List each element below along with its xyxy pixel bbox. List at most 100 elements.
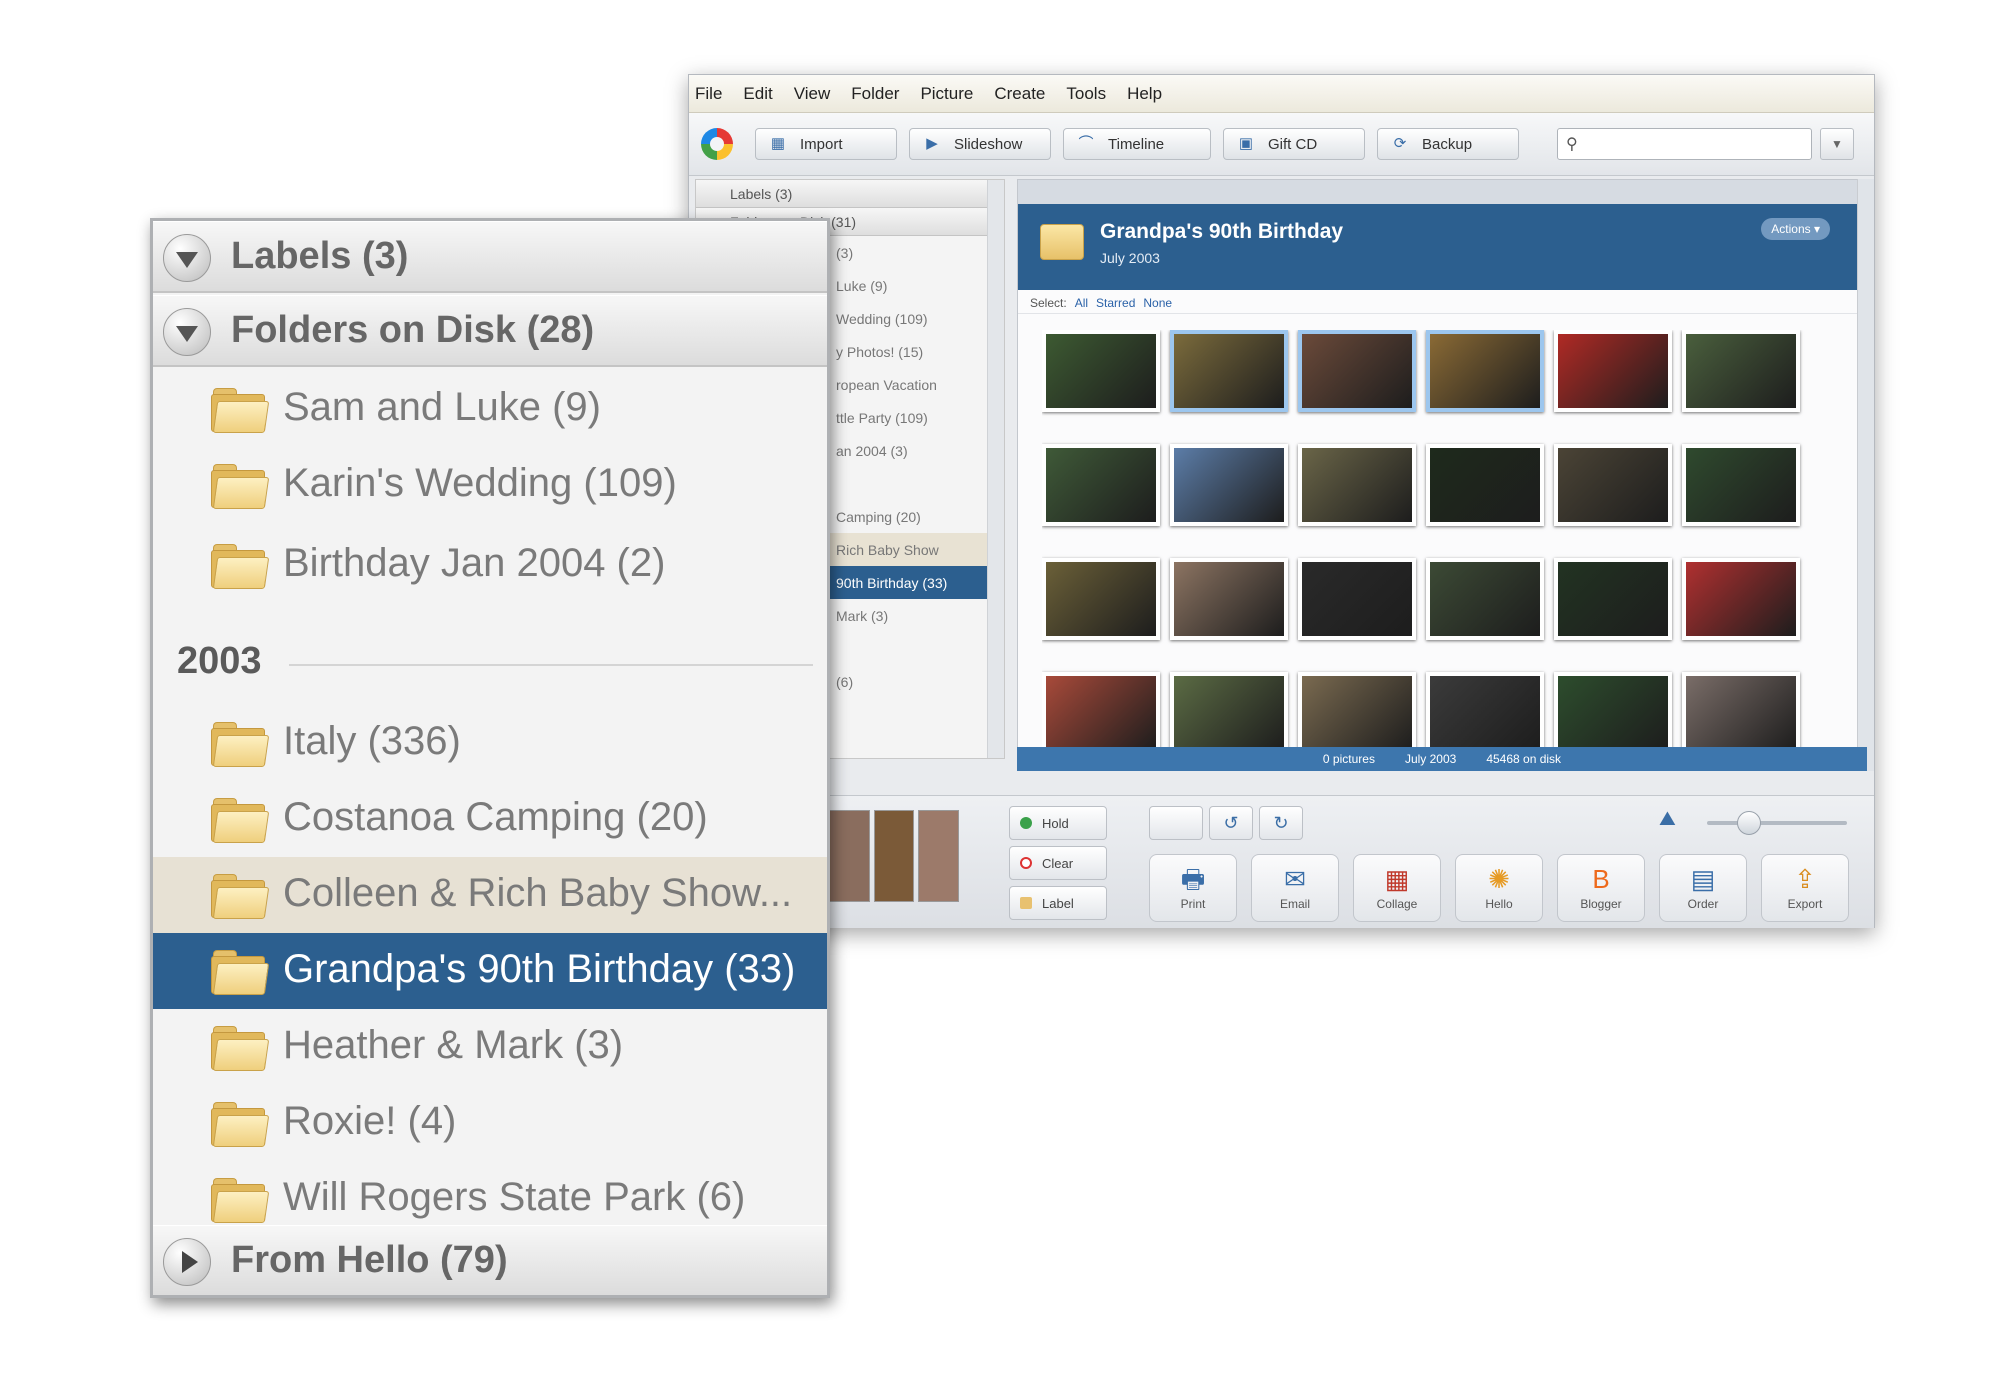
collage-button[interactable]: ▦ Collage bbox=[1353, 854, 1441, 922]
folder-item-selected[interactable]: Grandpa's 90th Birthday (33) bbox=[153, 933, 827, 1009]
photo-thumbnail[interactable] bbox=[1042, 672, 1160, 754]
photo-thumbnail[interactable] bbox=[1170, 444, 1288, 526]
menu-bar: File Edit View Folder Picture Create Too… bbox=[689, 75, 1874, 113]
rotate-right-button[interactable]: ↻ bbox=[1259, 806, 1303, 840]
gift-cd-icon: ▣ bbox=[1238, 135, 1254, 152]
menu-edit[interactable]: Edit bbox=[743, 84, 772, 104]
search-icon: ⚲ bbox=[1566, 136, 1578, 153]
menu-file[interactable]: File bbox=[695, 84, 722, 104]
album-folder-icon bbox=[1040, 224, 1084, 260]
hello-icon: ✺ bbox=[1488, 864, 1510, 894]
photo-thumbnail[interactable] bbox=[1298, 330, 1416, 412]
timeline-button[interactable]: ⌒ Timeline bbox=[1063, 128, 1211, 160]
select-starred-link[interactable]: Starred bbox=[1096, 296, 1135, 310]
tray-thumbnail[interactable] bbox=[918, 810, 960, 902]
status-count: 0 pictures bbox=[1322, 752, 1375, 766]
folder-icon bbox=[211, 798, 270, 843]
folders-section-label: Folders on Disk (28) bbox=[231, 309, 595, 351]
order-icon: ▤ bbox=[1690, 864, 1716, 894]
folder-item[interactable]: Sam and Luke (9) bbox=[153, 371, 827, 447]
import-button[interactable]: ▦ Import bbox=[755, 128, 897, 160]
select-none-link[interactable]: None bbox=[1143, 296, 1172, 310]
folder-icon bbox=[211, 722, 270, 767]
order-button[interactable]: ▤ Order bbox=[1659, 854, 1747, 922]
photo-thumbnail[interactable] bbox=[1042, 330, 1160, 412]
photo-thumbnail[interactable] bbox=[1682, 330, 1800, 412]
photo-tray[interactable] bbox=[829, 810, 960, 902]
photo-thumbnail[interactable] bbox=[1426, 672, 1544, 754]
folder-item-highlighted[interactable]: Colleen & Rich Baby Show... bbox=[153, 857, 827, 933]
photo-thumbnail[interactable] bbox=[1682, 444, 1800, 526]
search-input[interactable]: ⚲ bbox=[1557, 128, 1812, 160]
labels-section-header[interactable]: Labels (3) bbox=[153, 221, 827, 293]
slideshow-button[interactable]: ▶ Slideshow bbox=[909, 128, 1051, 160]
photo-thumbnail[interactable] bbox=[1170, 330, 1288, 412]
photo-tray-bar: Hold Clear Label ↺ ↻ ⛰ 🖶 Print ✉ Email ▦ Coll… bbox=[689, 795, 1874, 928]
export-icon: ⇪ bbox=[1794, 864, 1816, 894]
collapse-triangle-icon[interactable] bbox=[163, 308, 211, 356]
photo-thumbnail[interactable] bbox=[1298, 672, 1416, 754]
menu-create[interactable]: Create bbox=[994, 84, 1045, 104]
photo-thumbnail[interactable] bbox=[1554, 444, 1672, 526]
menu-help[interactable]: Help bbox=[1127, 84, 1162, 104]
hello-button[interactable]: ✺ Hello bbox=[1455, 854, 1543, 922]
folder-item[interactable]: Roxie! (4) bbox=[153, 1085, 827, 1161]
from-hello-section-header[interactable]: From Hello (79) bbox=[153, 1225, 827, 1295]
photo-thumbnail[interactable] bbox=[1298, 558, 1416, 640]
gift-cd-button[interactable]: ▣ Gift CD bbox=[1223, 128, 1365, 160]
folder-label: Birthday Jan 2004 (2) bbox=[283, 541, 666, 585]
photo-thumbnail[interactable] bbox=[1426, 558, 1544, 640]
photo-thumbnail[interactable] bbox=[1554, 330, 1672, 412]
zoom-slider-knob[interactable] bbox=[1737, 811, 1761, 835]
photo-thumbnail[interactable] bbox=[1042, 444, 1160, 526]
select-all-link[interactable]: All bbox=[1075, 296, 1088, 310]
search-dropdown-button[interactable]: ▼ bbox=[1820, 128, 1854, 160]
hold-button[interactable]: Hold bbox=[1009, 806, 1107, 840]
menu-picture[interactable]: Picture bbox=[920, 84, 973, 104]
folders-section-header[interactable]: Folders on Disk (28) bbox=[153, 295, 827, 367]
label-button[interactable]: Label bbox=[1009, 886, 1107, 920]
app-logo-icon bbox=[701, 128, 733, 160]
labels-section-header[interactable]: Labels (3) bbox=[696, 180, 1004, 208]
album-actions-button[interactable]: Actions ▾ bbox=[1761, 218, 1830, 240]
blank-tool-button[interactable] bbox=[1149, 806, 1203, 840]
folder-item[interactable]: Karin's Wedding (109) bbox=[153, 447, 827, 523]
email-button[interactable]: ✉ Email bbox=[1251, 854, 1339, 922]
action-label: Blogger bbox=[1580, 897, 1622, 911]
album-scrollbar[interactable] bbox=[1857, 179, 1874, 771]
folder-item[interactable]: Heather & Mark (3) bbox=[153, 1009, 827, 1085]
blogger-button[interactable]: B Blogger bbox=[1557, 854, 1645, 922]
backup-button[interactable]: ⟳ Backup bbox=[1377, 128, 1519, 160]
photo-thumbnail[interactable] bbox=[1426, 444, 1544, 526]
photo-thumbnail[interactable] bbox=[1426, 330, 1544, 412]
year-label: 2003 bbox=[177, 640, 262, 682]
folder-icon bbox=[211, 1102, 270, 1147]
photo-thumbnail[interactable] bbox=[1042, 558, 1160, 640]
menu-tools[interactable]: Tools bbox=[1066, 84, 1106, 104]
folder-label: Heather & Mark (3) bbox=[283, 1023, 624, 1067]
tray-thumbnail[interactable] bbox=[873, 810, 915, 902]
folder-label: Italy (336) bbox=[283, 719, 461, 763]
tray-thumbnail[interactable] bbox=[829, 810, 870, 902]
photo-thumbnail[interactable] bbox=[1682, 558, 1800, 640]
folder-list-scrollbar[interactable] bbox=[987, 180, 1004, 758]
collapse-triangle-icon[interactable] bbox=[163, 234, 211, 282]
print-button[interactable]: 🖶 Print bbox=[1149, 854, 1237, 922]
photo-thumbnail[interactable] bbox=[1682, 672, 1800, 754]
folder-item[interactable]: Italy (336) bbox=[153, 705, 827, 781]
photo-thumbnail[interactable] bbox=[1298, 444, 1416, 526]
photo-thumbnail[interactable] bbox=[1170, 672, 1288, 754]
expand-triangle-icon[interactable] bbox=[163, 1238, 211, 1286]
photo-thumbnail[interactable] bbox=[1170, 558, 1288, 640]
clear-button[interactable]: Clear bbox=[1009, 846, 1107, 880]
menu-folder[interactable]: Folder bbox=[851, 84, 899, 104]
photo-thumbnail[interactable] bbox=[1554, 672, 1672, 754]
export-button[interactable]: ⇪ Export bbox=[1761, 854, 1849, 922]
zoom-slider-track[interactable] bbox=[1707, 821, 1847, 825]
photo-thumbnail[interactable] bbox=[1554, 558, 1672, 640]
album-top-strip bbox=[1018, 180, 1866, 204]
folder-item[interactable]: Costanoa Camping (20) bbox=[153, 781, 827, 857]
menu-view[interactable]: View bbox=[794, 84, 831, 104]
folder-item[interactable]: Birthday Jan 2004 (2) bbox=[153, 527, 827, 603]
rotate-left-button[interactable]: ↺ bbox=[1209, 806, 1253, 840]
